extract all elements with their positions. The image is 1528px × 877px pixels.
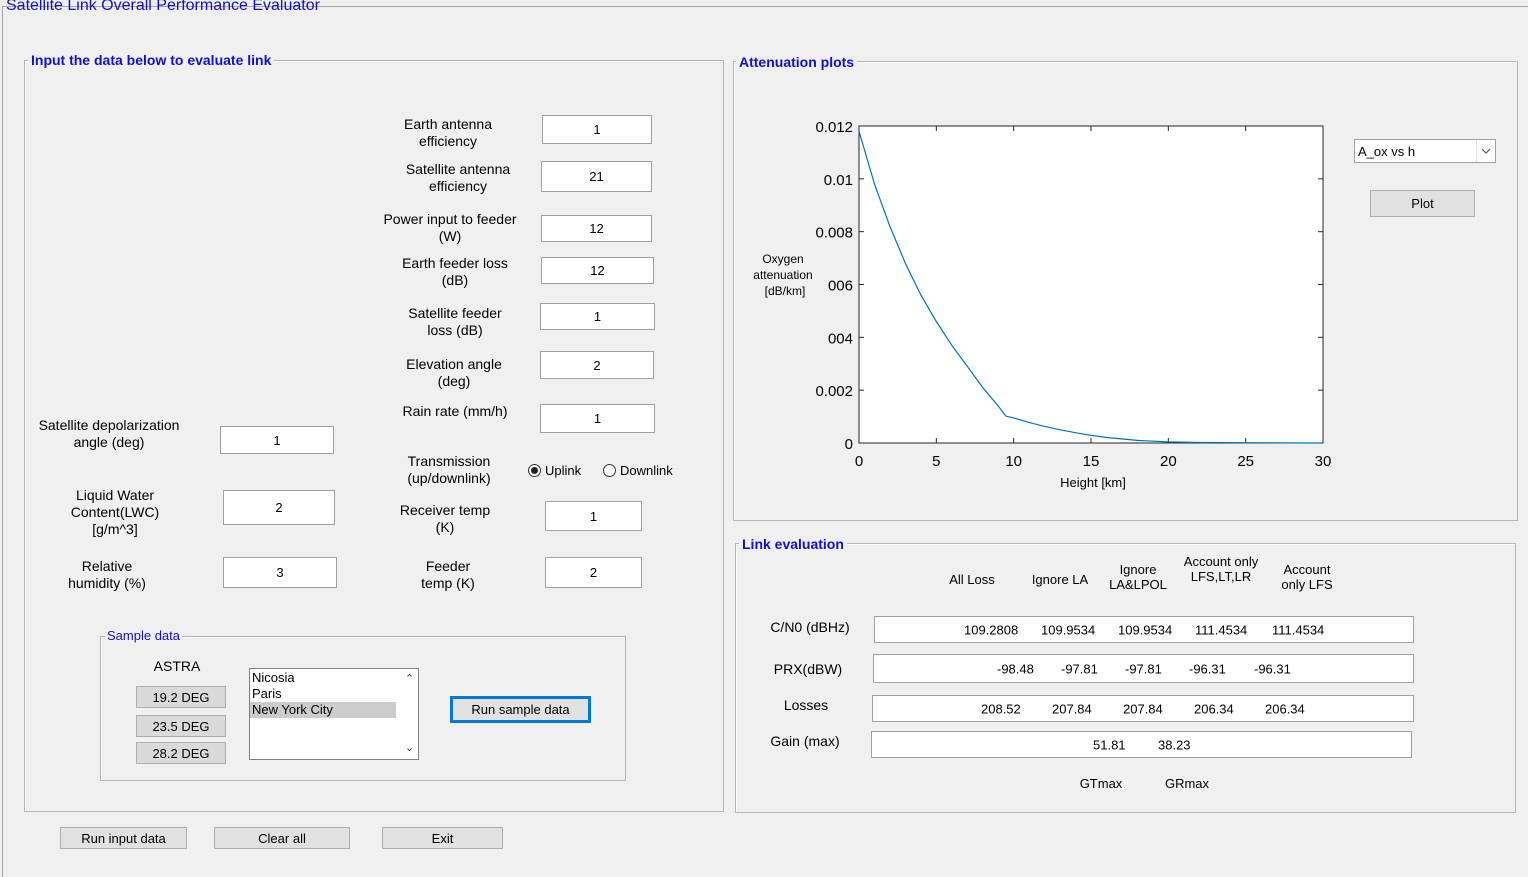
x-tick-label: 10 <box>1005 453 1022 470</box>
x-tick-label: 5 <box>932 453 940 470</box>
y-tick-label: 0.01 <box>824 172 853 189</box>
lwc-label: Liquid Water Content(LWC) [g/m^3] <box>70 487 160 537</box>
deg-19-button[interactable]: 19.2 DEG <box>136 686 226 708</box>
cn0-label: C/N0 (dBHz) <box>770 619 850 635</box>
sat-feeder-input[interactable]: 1 <box>540 303 655 330</box>
rx-temp-input[interactable]: 1 <box>545 501 642 531</box>
elevation-input[interactable]: 2 <box>540 351 654 379</box>
earth-eff-label: Earth antenna efficiency <box>404 116 492 149</box>
radio-selected-icon <box>528 464 541 477</box>
elevation-label: Elevation angle (deg) <box>406 356 502 389</box>
rain-rate-label: Rain rate (mm/h) <box>402 403 508 419</box>
input-panel-title: Input the data below to evaluate link <box>28 52 275 68</box>
col-header-ignore-la: Ignore LA <box>1031 572 1089 587</box>
depol-label: Satellite depolarization angle (deg) <box>38 417 180 450</box>
lwc-input[interactable]: 2 <box>223 490 335 525</box>
power-input[interactable]: 12 <box>541 215 652 242</box>
list-item-selected[interactable]: New York City <box>250 702 396 718</box>
x-tick-label: 30 <box>1315 453 1332 470</box>
sat-eff-input[interactable]: 21 <box>541 161 652 192</box>
y-tick-label: 0.002 <box>815 383 853 400</box>
astra-label: ASTRA <box>153 658 201 674</box>
run-input-button[interactable]: Run input data <box>60 827 187 849</box>
y-axis-label-3: [dB/km] <box>765 284 806 298</box>
x-tick-label: 15 <box>1083 453 1100 470</box>
col-header-all-loss: All Loss <box>949 572 995 587</box>
chevron-down-icon[interactable] <box>1476 140 1495 162</box>
losses-row: 208.52 207.84 207.84 206.34 206.34 <box>872 695 1414 722</box>
y-tick-label: 0 <box>845 436 853 453</box>
rx-temp-label: Receiver temp (K) <box>399 502 491 535</box>
x-tick-label: 20 <box>1160 453 1177 470</box>
x-tick-label: 0 <box>855 453 863 470</box>
earth-eff-input[interactable]: 1 <box>542 115 652 144</box>
chevron-down-icon[interactable]: ⌄ <box>401 740 418 757</box>
sat-eff-label: Satellite antenna efficiency <box>405 161 511 194</box>
rh-label: Relative humidity (%) <box>68 558 146 591</box>
col-header-account-lfs-lt-lr: Account only LFS,LT,LR <box>1183 554 1259 584</box>
sat-feeder-label: Satellite feeder loss (dB) <box>408 305 502 338</box>
dropdown-value: A_ox vs h <box>1358 144 1416 159</box>
earth-feeder-label: Earth feeder loss (dB) <box>402 255 508 288</box>
prx-row: -98.48 -97.81 -97.81 -96.31 -96.31 <box>873 654 1414 683</box>
y-tick-label: 004 <box>828 330 853 347</box>
downlink-radio[interactable]: Downlink <box>603 463 673 478</box>
listbox-scrollbar[interactable]: ⌃ ⌄ <box>401 669 418 759</box>
list-item[interactable]: Nicosia <box>250 670 396 686</box>
attenuation-title: Attenuation plots <box>736 54 858 70</box>
sample-data-title: Sample data <box>105 628 182 643</box>
plot-area <box>858 125 1324 444</box>
city-listbox[interactable]: Nicosia Paris New York City ⌃ ⌄ <box>249 668 419 760</box>
col-header-ignore-la-lpol: Ignore LA&LPOL <box>1109 562 1167 592</box>
transmission-label: Transmission (up/downlink) <box>407 453 491 486</box>
run-sample-button[interactable]: Run sample data <box>450 696 591 723</box>
gain-label: Gain (max) <box>770 733 840 749</box>
y-axis-label-2: attenuation <box>753 268 812 282</box>
chevron-up-icon[interactable]: ⌃ <box>401 671 418 688</box>
rain-rate-input[interactable]: 1 <box>540 404 655 433</box>
col-header-account-lfs: Account only LFS <box>1281 562 1333 592</box>
feeder-temp-input[interactable]: 2 <box>545 557 642 588</box>
prx-label: PRX(dBW) <box>773 661 843 677</box>
window-title: Satellite Link Overall Performance Evalu… <box>6 0 320 14</box>
feeder-temp-label: Feeder temp (K) <box>421 558 475 591</box>
grmax-caption: GRmax <box>1164 776 1210 791</box>
exit-button[interactable]: Exit <box>382 827 503 849</box>
power-label: Power input to feeder (W) <box>383 211 517 244</box>
losses-label: Losses <box>783 697 829 713</box>
link-eval-title: Link evaluation <box>739 536 847 552</box>
radio-unselected-icon <box>603 464 616 477</box>
gtmax-caption: GTmax <box>1079 776 1123 791</box>
y-tick-label: 0.012 <box>815 119 853 136</box>
plot-type-dropdown[interactable]: A_ox vs h <box>1354 139 1496 163</box>
attenuation-chart: 0 5 10 15 20 25 30 0 0.002 004 006 0.008 0.01 0.012 H… <box>753 119 1332 490</box>
uplink-radio[interactable]: Uplink <box>528 463 581 478</box>
x-tick-label: 25 <box>1237 453 1254 470</box>
y-axis-label-1: Oxygen <box>762 252 803 266</box>
x-axis-label: Height [km] <box>1060 475 1126 490</box>
deg-28-button[interactable]: 28.2 DEG <box>136 742 226 764</box>
rh-input[interactable]: 3 <box>223 557 337 588</box>
earth-feeder-input[interactable]: 12 <box>541 257 654 284</box>
gain-row: 51.81 38.23 <box>871 731 1412 758</box>
clear-all-button[interactable]: Clear all <box>214 827 350 849</box>
cn0-row: 109.2808 109.9534 109.9534 111.4534 111.… <box>874 616 1414 643</box>
y-tick-label: 0.008 <box>815 225 853 242</box>
deg-23-button[interactable]: 23.5 DEG <box>136 715 226 737</box>
depol-input[interactable]: 1 <box>220 426 334 454</box>
plot-button[interactable]: Plot <box>1370 190 1475 217</box>
list-item[interactable]: Paris <box>250 686 396 702</box>
y-tick-label: 006 <box>828 278 853 295</box>
